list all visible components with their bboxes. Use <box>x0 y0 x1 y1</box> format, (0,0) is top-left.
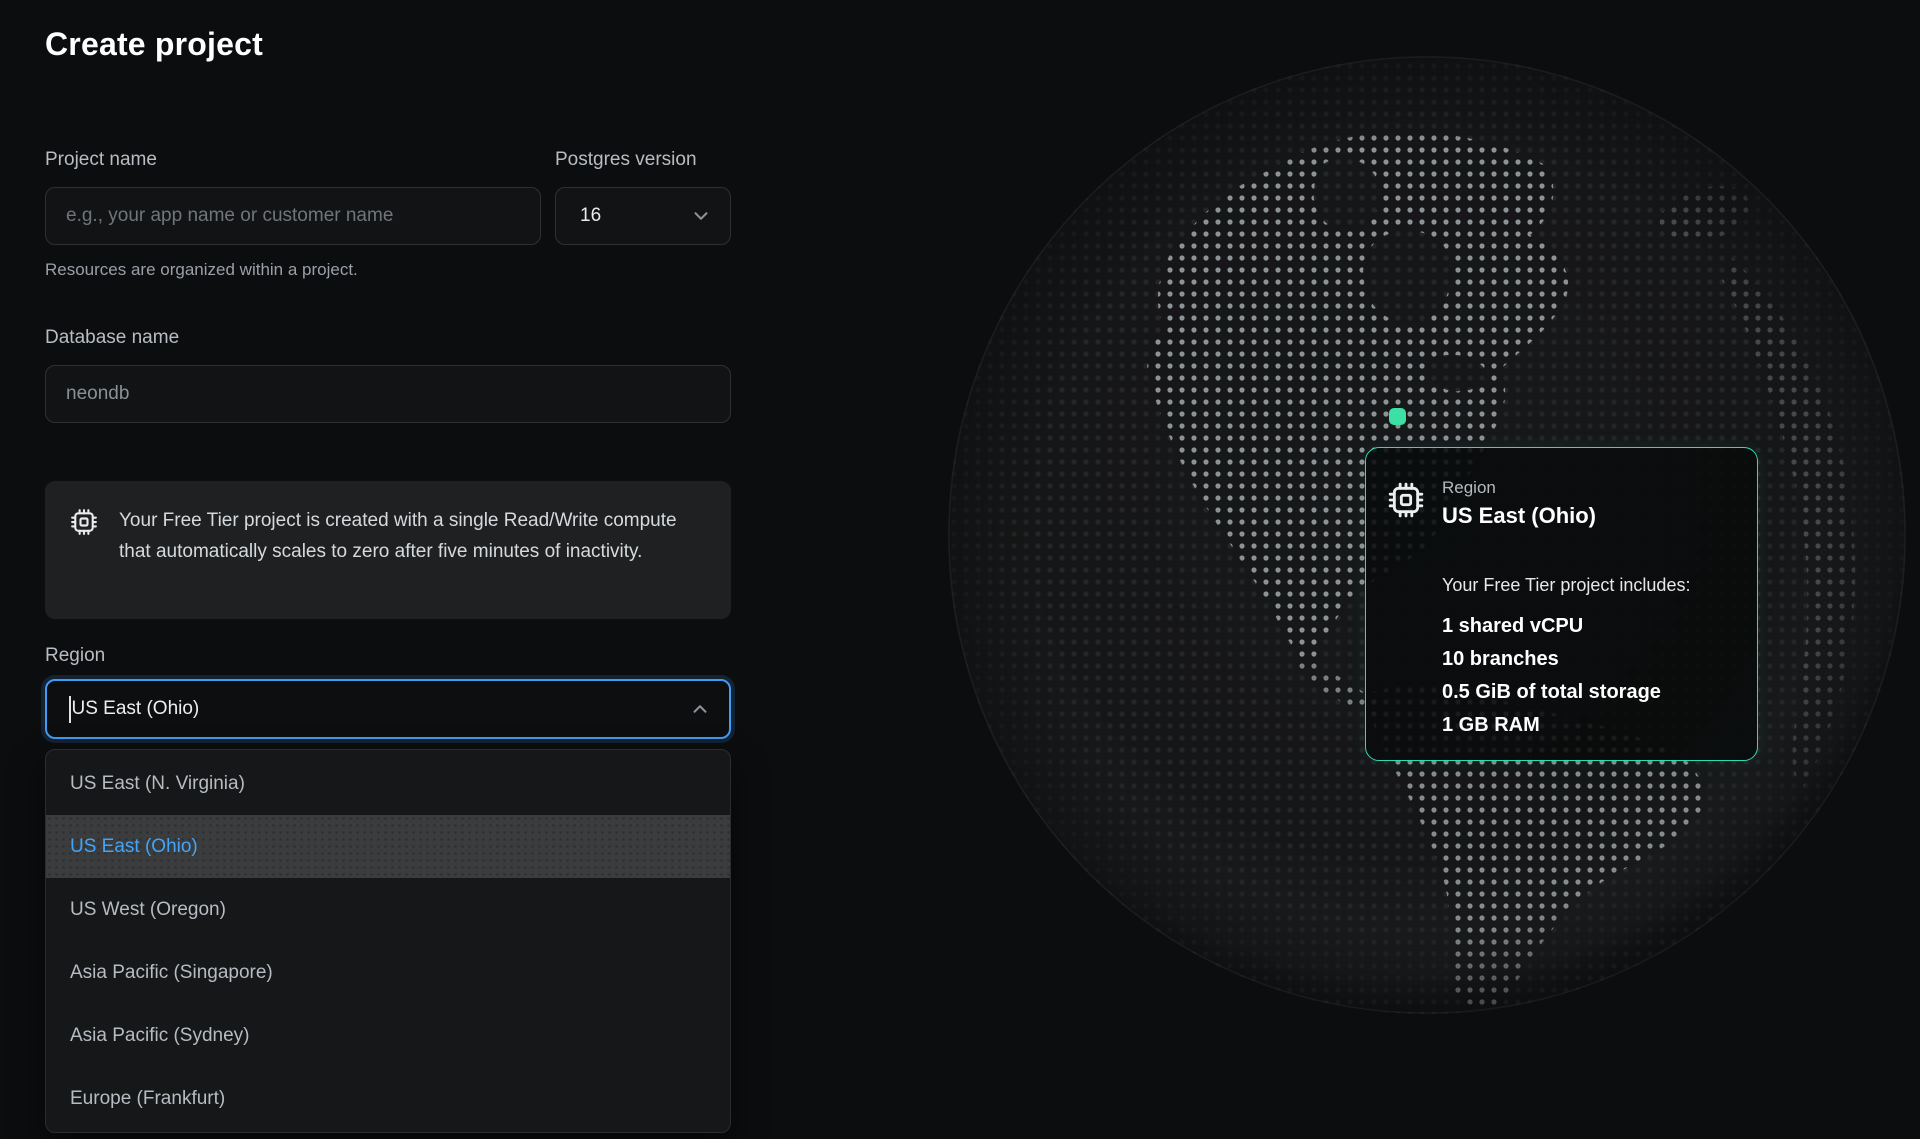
tooltip-header: Region US East (Ohio) <box>1386 478 1731 530</box>
region-marker-dot <box>1389 408 1406 425</box>
region-listbox: US East (N. Virginia) US East (Ohio) US … <box>45 749 731 1133</box>
tooltip-feature: 1 shared vCPU <box>1442 610 1731 643</box>
postgres-version-value: 16 <box>580 205 601 227</box>
region-option-europe-frankfurt[interactable]: Europe (Frankfurt) <box>46 1067 730 1130</box>
tooltip-feature: 10 branches <box>1442 643 1731 676</box>
region-option-asia-pacific-sydney[interactable]: Asia Pacific (Sydney) <box>46 1004 730 1067</box>
region-option-us-west-oregon[interactable]: US West (Oregon) <box>46 878 730 941</box>
postgres-version-select[interactable]: 16 <box>555 187 731 245</box>
project-name-helper: Resources are organized within a project… <box>45 260 541 279</box>
tooltip-feature: 0.5 GiB of total storage <box>1442 676 1731 709</box>
chevron-down-icon <box>690 205 712 227</box>
tooltip-includes-heading: Your Free Tier project includes: <box>1442 574 1731 596</box>
database-name-input[interactable] <box>45 365 731 423</box>
region-combobox-value: US East (Ohio) <box>72 698 200 720</box>
region-tooltip: Region US East (Ohio) Your Free Tier pro… <box>1365 447 1758 761</box>
cpu-chip-icon <box>69 507 99 537</box>
tooltip-feature: 1 GB RAM <box>1442 709 1731 742</box>
cpu-chip-icon <box>1386 480 1426 520</box>
postgres-version-label: Postgres version <box>555 149 731 171</box>
tooltip-region-label: Region <box>1442 478 1596 498</box>
tooltip-feature-list: 1 shared vCPU 10 branches 0.5 GiB of tot… <box>1442 610 1731 742</box>
text-cursor <box>69 696 71 723</box>
region-option-asia-pacific-singapore[interactable]: Asia Pacific (Singapore) <box>46 941 730 1004</box>
region-field: Region US East (Ohio) US East (N. Virgin… <box>45 645 731 1133</box>
database-name-field: Database name <box>45 327 731 423</box>
region-combobox[interactable]: US East (Ohio) <box>45 679 731 739</box>
free-tier-notice-text: Your Free Tier project is created with a… <box>119 505 703 567</box>
page-title: Create project <box>45 22 731 66</box>
create-project-page: Region US East (Ohio) Your Free Tier pro… <box>0 0 1920 1139</box>
region-label: Region <box>45 645 731 667</box>
database-name-label: Database name <box>45 327 731 349</box>
create-project-form: Create project Project name Resources ar… <box>45 0 731 1133</box>
region-option-us-east-ohio[interactable]: US East (Ohio) <box>46 815 730 878</box>
project-name-input[interactable] <box>45 187 541 245</box>
project-name-field: Project name Resources are organized wit… <box>45 149 541 279</box>
tooltip-region-value: US East (Ohio) <box>1442 502 1596 530</box>
project-name-label: Project name <box>45 149 541 171</box>
chevron-up-icon <box>689 698 711 720</box>
postgres-version-field: Postgres version 16 <box>555 149 731 279</box>
region-option-us-east-n-virginia[interactable]: US East (N. Virginia) <box>46 752 730 815</box>
free-tier-notice: Your Free Tier project is created with a… <box>45 481 731 619</box>
